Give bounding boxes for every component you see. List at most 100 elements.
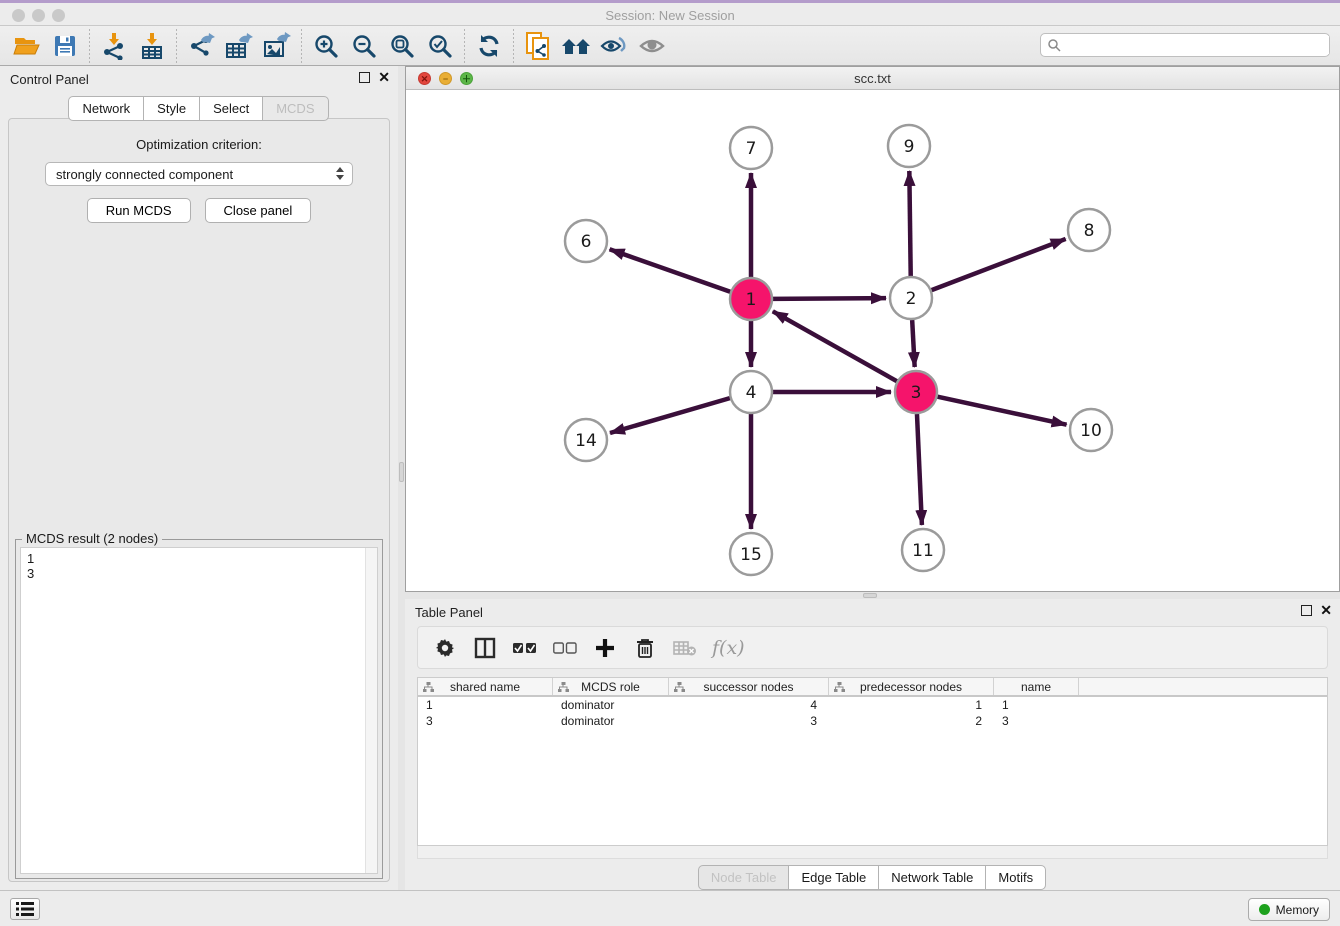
add-column-button[interactable]: [592, 635, 618, 661]
graph-node-1[interactable]: 1: [730, 278, 772, 320]
graph-node-6[interactable]: 6: [565, 220, 607, 262]
column-header-MCDS-role[interactable]: MCDS role: [553, 678, 669, 695]
graph-edge-3-1[interactable]: [773, 311, 897, 381]
first-neighbors-button[interactable]: [557, 29, 595, 63]
new-network-from-selection-button[interactable]: [519, 29, 557, 63]
table-toolbar: f(x): [417, 626, 1328, 669]
table-row[interactable]: 3dominator323: [418, 713, 1327, 729]
tab-motifs[interactable]: Motifs: [985, 865, 1046, 890]
column-header-name[interactable]: name: [994, 678, 1079, 695]
graph-node-8[interactable]: 8: [1068, 209, 1110, 251]
cell[interactable]: 1: [829, 698, 994, 712]
graph-edge-2-9[interactable]: [909, 171, 910, 276]
graph-node-11[interactable]: 11: [902, 529, 944, 571]
table-options-button[interactable]: [432, 635, 458, 661]
tab-style[interactable]: Style: [143, 96, 200, 121]
splitter-grip[interactable]: [399, 462, 404, 482]
graph-edge-4-14[interactable]: [610, 398, 730, 433]
import-network-button[interactable]: [95, 29, 133, 63]
table-panel: Table Panel ✕ f(x) shared nameMCDS rol: [405, 599, 1340, 890]
export-network-button[interactable]: [182, 29, 220, 63]
network-window-titlebar[interactable]: ✕ − ＋ scc.txt: [406, 67, 1339, 90]
graph-node-14[interactable]: 14: [565, 419, 607, 461]
hide-selected-button[interactable]: [595, 29, 633, 63]
close-panel-button[interactable]: Close panel: [205, 198, 312, 223]
deselect-all-rows-button[interactable]: [552, 635, 578, 661]
tab-edge-table[interactable]: Edge Table: [788, 865, 879, 890]
memory-label: Memory: [1276, 903, 1319, 917]
graph-edge-2-3[interactable]: [912, 320, 915, 367]
result-scrollbar[interactable]: [365, 548, 377, 873]
memory-button[interactable]: Memory: [1248, 898, 1330, 921]
graph-node-10[interactable]: 10: [1070, 409, 1112, 451]
apply-layout-button[interactable]: [470, 29, 508, 63]
horizontal-divider[interactable]: [405, 592, 1340, 599]
cell[interactable]: 4: [669, 698, 829, 712]
zoom-fit-icon: [389, 33, 415, 59]
node-label: 14: [575, 431, 597, 451]
close-panel-icon[interactable]: ✕: [378, 72, 390, 83]
tab-node-table[interactable]: Node Table: [698, 865, 790, 890]
network-canvas[interactable]: 7 9 6 8 1 2 4 3 14 10 15 11: [406, 90, 1339, 591]
import-table-button[interactable]: [133, 29, 171, 63]
vertical-splitter[interactable]: [398, 66, 405, 890]
graph-edge-1-2[interactable]: [773, 298, 886, 299]
float-table-panel-icon[interactable]: [1301, 605, 1312, 616]
zoom-out-button[interactable]: [345, 29, 383, 63]
zoom-fit-button[interactable]: [383, 29, 421, 63]
cell[interactable]: 3: [669, 714, 829, 728]
cell[interactable]: dominator: [553, 714, 669, 728]
table-hscrollbar[interactable]: [417, 846, 1328, 859]
search-box[interactable]: [1040, 33, 1330, 57]
graph-node-3[interactable]: 3: [895, 371, 937, 413]
open-session-button[interactable]: [8, 29, 46, 63]
save-session-button[interactable]: [46, 29, 84, 63]
cell[interactable]: 2: [829, 714, 994, 728]
column-header-predecessor-nodes[interactable]: predecessor nodes: [829, 678, 994, 695]
close-table-panel-icon[interactable]: ✕: [1320, 605, 1332, 616]
graph-edge-3-10[interactable]: [937, 397, 1066, 425]
tab-mcds[interactable]: MCDS: [262, 96, 328, 121]
gear-icon: [435, 638, 455, 658]
task-history-button[interactable]: [10, 898, 40, 920]
run-mcds-button[interactable]: Run MCDS: [87, 198, 191, 223]
node-label: 8: [1084, 221, 1095, 241]
mcds-result-text[interactable]: 1 3: [20, 547, 378, 874]
graph-node-7[interactable]: 7: [730, 127, 772, 169]
tab-network-table[interactable]: Network Table: [878, 865, 986, 890]
zoom-in-button[interactable]: [307, 29, 345, 63]
graph-edge-1-6[interactable]: [610, 249, 731, 291]
node-label: 11: [912, 541, 934, 561]
cell[interactable]: 3: [418, 714, 553, 728]
cell[interactable]: 3: [994, 714, 1079, 728]
divider-grip[interactable]: [863, 593, 877, 598]
graph-edge-2-8[interactable]: [932, 239, 1066, 290]
column-header-shared-name[interactable]: shared name: [418, 678, 553, 695]
search-input[interactable]: [1061, 36, 1329, 54]
graph-node-15[interactable]: 15: [730, 533, 772, 575]
zoom-selected-button[interactable]: [421, 29, 459, 63]
cell[interactable]: 1: [994, 698, 1079, 712]
float-panel-icon[interactable]: [359, 72, 370, 83]
criterion-select[interactable]: strongly connected component: [45, 162, 353, 186]
home-network-icon: [560, 34, 592, 58]
export-network-icon: [187, 32, 215, 60]
export-image-button[interactable]: [258, 29, 296, 63]
cell[interactable]: dominator: [553, 698, 669, 712]
show-all-button[interactable]: [633, 29, 671, 63]
graph-node-4[interactable]: 4: [730, 371, 772, 413]
network-window: ✕ − ＋ scc.txt 7 9 6 8 1 2 4 3 14 10 15 11: [405, 66, 1340, 592]
delete-columns-button[interactable]: [632, 635, 658, 661]
column-header-successor-nodes[interactable]: successor nodes: [669, 678, 829, 695]
tab-network[interactable]: Network: [68, 96, 144, 121]
graph-node-2[interactable]: 2: [890, 277, 932, 319]
column-visibility-button[interactable]: [472, 635, 498, 661]
node-table[interactable]: shared nameMCDS rolesuccessor nodesprede…: [417, 677, 1328, 846]
graph-node-9[interactable]: 9: [888, 125, 930, 167]
tab-select[interactable]: Select: [199, 96, 263, 121]
export-table-button[interactable]: [220, 29, 258, 63]
table-row[interactable]: 1dominator411: [418, 697, 1327, 713]
select-all-rows-button[interactable]: [512, 635, 538, 661]
graph-edge-3-11[interactable]: [917, 414, 922, 525]
cell[interactable]: 1: [418, 698, 553, 712]
